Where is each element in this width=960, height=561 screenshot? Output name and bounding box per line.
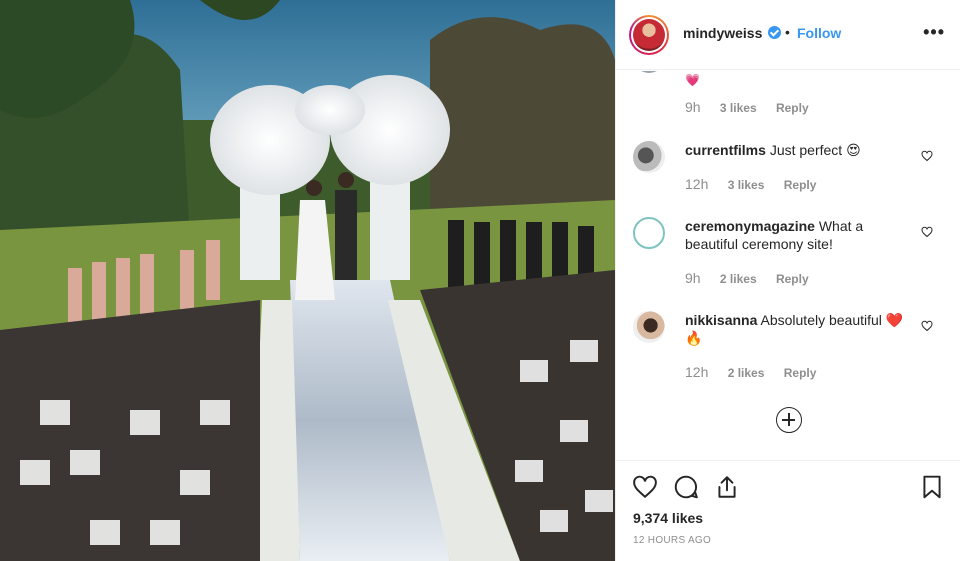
- comment-like-heart-icon[interactable]: [921, 226, 933, 238]
- comment-likes[interactable]: 2 likes: [728, 366, 765, 380]
- comment-text: currentfilms Just perfect 😍: [685, 141, 907, 159]
- commenter-avatar[interactable]: [633, 71, 665, 73]
- comment-meta: 9h 2 likes Reply: [685, 270, 825, 286]
- comment-meta: 12h 3 likes Reply: [685, 176, 832, 192]
- bookmark-icon[interactable]: [919, 474, 945, 500]
- commenter-avatar[interactable]: [633, 217, 665, 249]
- post-photo[interactable]: [0, 0, 615, 561]
- comment-time[interactable]: 9h: [685, 99, 701, 115]
- comment-time[interactable]: 9h: [685, 270, 701, 286]
- separator-dot: •: [785, 24, 790, 40]
- more-options-icon[interactable]: •••: [923, 23, 945, 41]
- author-avatar[interactable]: [629, 15, 669, 55]
- post-actions: 9,374 likes 12 HOURS AGO: [616, 460, 960, 561]
- reply-button[interactable]: Reply: [776, 272, 809, 286]
- comment-text: ceremonymagazine What a beautiful ceremo…: [685, 217, 907, 253]
- verified-badge-icon: [768, 26, 781, 39]
- commenter-avatar[interactable]: [633, 311, 665, 343]
- post-sidebar: mindyweiss • Follow ••• 💗 9h 3 likes Rep…: [615, 0, 960, 561]
- heart-icon[interactable]: [632, 474, 658, 500]
- reply-button[interactable]: Reply: [776, 101, 809, 115]
- comments-list[interactable]: 💗 9h 3 likes Reply currentfilms Just per…: [616, 71, 960, 459]
- follow-button[interactable]: Follow: [797, 25, 841, 41]
- comment-like-heart-icon[interactable]: [921, 150, 933, 162]
- comment-like-heart-icon[interactable]: [921, 320, 933, 332]
- comment-content: Just perfect 😍: [769, 142, 861, 158]
- comment-content: 💗: [685, 73, 700, 87]
- wedding-ceremony-image: [0, 0, 615, 561]
- post-header: mindyweiss • Follow •••: [616, 0, 960, 70]
- comment-time[interactable]: 12h: [685, 176, 708, 192]
- comment-likes[interactable]: 3 likes: [720, 101, 757, 115]
- comment-meta: 12h 2 likes Reply: [685, 364, 832, 380]
- post-timestamp[interactable]: 12 HOURS AGO: [633, 535, 711, 546]
- comment-likes[interactable]: 3 likes: [728, 178, 765, 192]
- author-username[interactable]: mindyweiss: [683, 25, 762, 41]
- comment-likes[interactable]: 2 likes: [720, 272, 757, 286]
- comment-username[interactable]: ceremonymagazine: [685, 218, 815, 234]
- comment-text: nikkisanna Absolutely beautiful ❤️🔥: [685, 311, 907, 347]
- share-icon[interactable]: [714, 474, 740, 500]
- comment-username[interactable]: currentfilms: [685, 142, 766, 158]
- likes-count[interactable]: 9,374 likes: [633, 510, 703, 526]
- comment-username[interactable]: nikkisanna: [685, 312, 757, 328]
- load-more-comments-plus-circle-icon[interactable]: [776, 407, 802, 433]
- comment-text: 💗: [685, 71, 907, 89]
- reply-button[interactable]: Reply: [784, 178, 817, 192]
- comment-time[interactable]: 12h: [685, 364, 708, 380]
- comment-meta: 9h 3 likes Reply: [685, 99, 825, 115]
- comment-icon[interactable]: [673, 474, 699, 500]
- commenter-avatar[interactable]: [633, 141, 665, 173]
- reply-button[interactable]: Reply: [784, 366, 817, 380]
